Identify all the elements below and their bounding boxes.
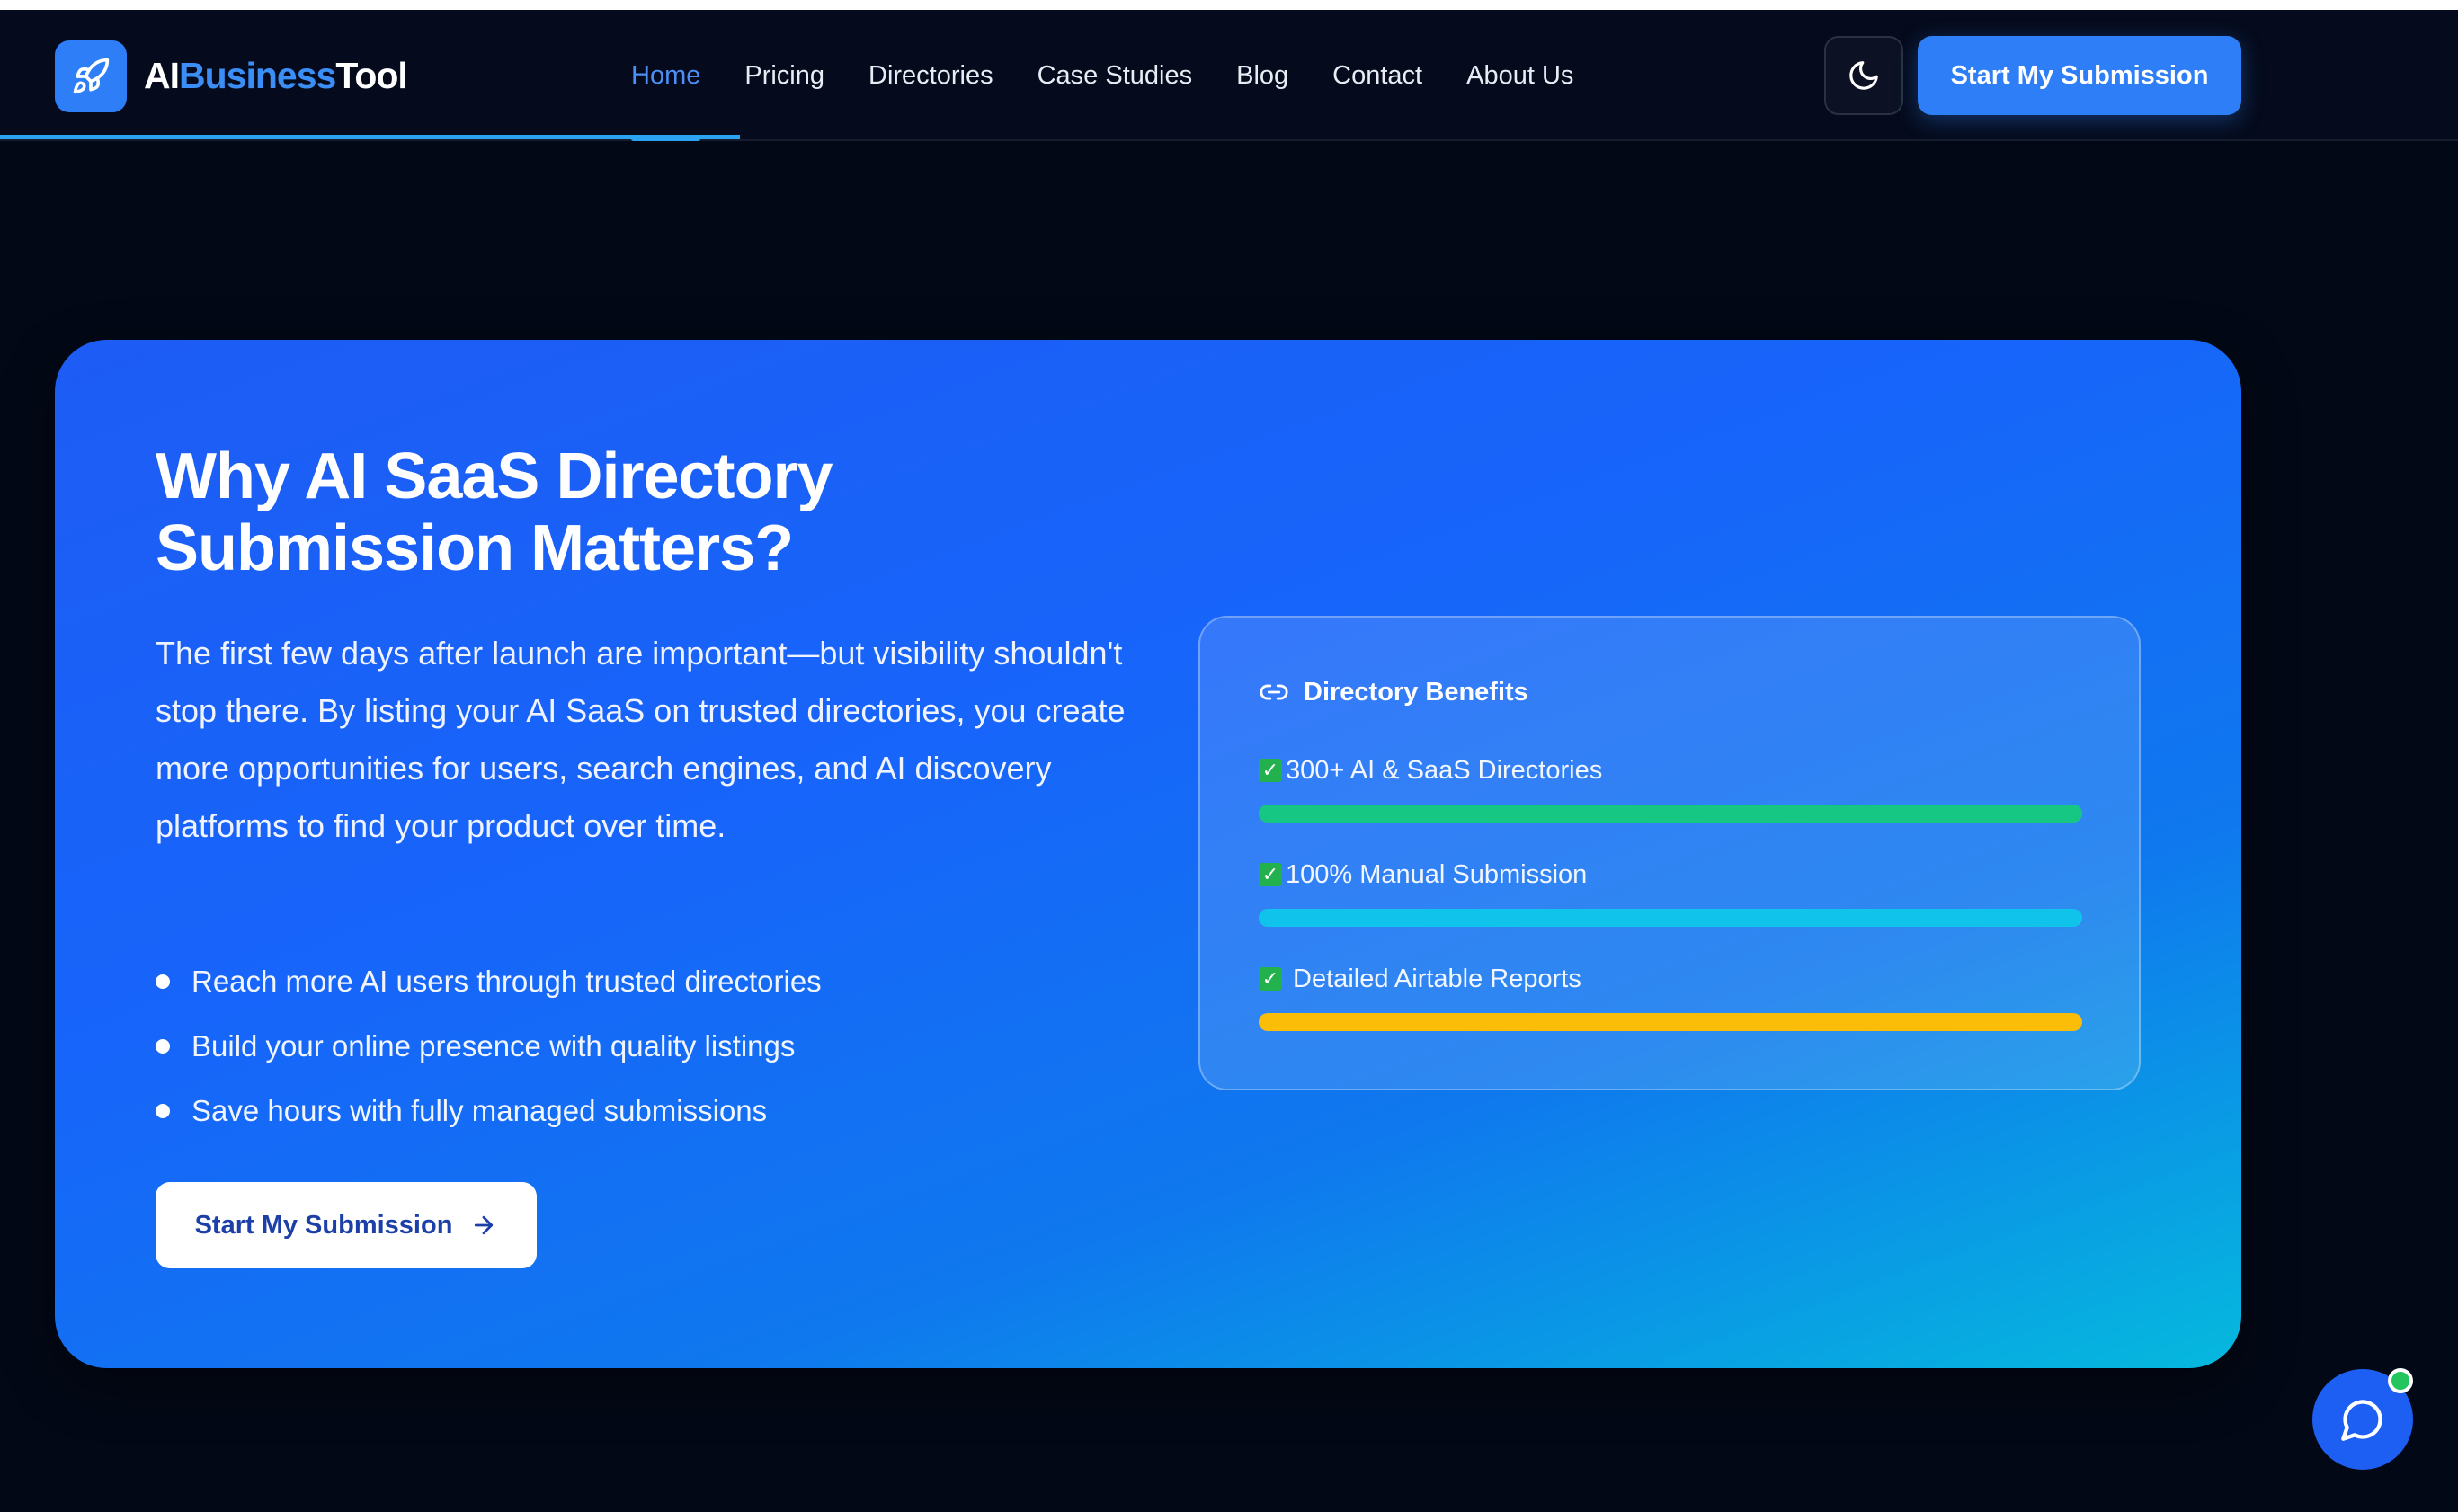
benefits-card-title-text: Directory Benefits: [1304, 677, 1528, 707]
bullet-text: Reach more AI users through trusted dire…: [191, 965, 822, 998]
benefit-item: ✓ 100% Manual Submission: [1259, 857, 2082, 927]
browser-top-strip: [0, 0, 2458, 10]
main-nav: Home Pricing Directories Case Studies Bl…: [631, 10, 1617, 141]
online-status-dot: [2388, 1368, 2413, 1393]
nav-link-blog[interactable]: Blog: [1236, 10, 1288, 141]
benefit-progress-track: [1259, 909, 2082, 927]
rocket-icon: [71, 57, 111, 96]
hero-section: Why AI SaaS Directory Submission Matters…: [55, 340, 2241, 1368]
hero-cta-label: Start My Submission: [194, 1210, 453, 1240]
arrow-right-icon: [470, 1212, 497, 1239]
benefit-item: ✓ Detailed Airtable Reports: [1259, 961, 2082, 1031]
benefit-label: Detailed Airtable Reports: [1286, 964, 1581, 993]
nav-link-about-us[interactable]: About Us: [1466, 10, 1573, 141]
benefit-progress-fill: [1259, 909, 2082, 927]
benefit-progress-fill: [1259, 805, 2082, 823]
benefit-progress-track: [1259, 805, 2082, 823]
nav-link-contact[interactable]: Contact: [1332, 10, 1422, 141]
list-item: Reach more AI users through trusted dire…: [156, 949, 822, 1014]
benefit-label: 300+ AI & SaaS Directories: [1286, 755, 1603, 785]
link-icon: [1259, 677, 1289, 707]
hero-start-submission-button[interactable]: Start My Submission: [156, 1182, 537, 1268]
bullet-text: Build your online presence with quality …: [191, 1029, 796, 1063]
bullet-dot-icon: [156, 1039, 170, 1054]
scroll-progress-bar: [0, 135, 740, 139]
benefit-progress-fill: [1259, 1013, 2082, 1031]
bullet-dot-icon: [156, 1104, 170, 1118]
hero-title-line1: Why AI SaaS Directory: [156, 440, 833, 512]
checkmark-icon: ✓: [1259, 863, 1282, 886]
bullet-dot-icon: [156, 974, 170, 989]
brand-name[interactable]: AIBusinessTool: [144, 55, 408, 97]
brand-name-part3: Tool: [335, 55, 407, 96]
benefits-card-title: Directory Benefits: [1259, 677, 1528, 707]
list-item: Build your online presence with quality …: [156, 1014, 822, 1079]
checkmark-icon: ✓: [1259, 759, 1282, 782]
nav-link-home[interactable]: Home: [631, 10, 701, 141]
benefit-label: 100% Manual Submission: [1286, 859, 1588, 889]
directory-benefits-card: Directory Benefits ✓ 300+ AI & SaaS Direc…: [1198, 616, 2141, 1090]
benefit-progress-track: [1259, 1013, 2082, 1031]
hero-title: Why AI SaaS Directory Submission Matters…: [156, 440, 1055, 584]
benefit-item: ✓ 300+ AI & SaaS Directories: [1259, 752, 2082, 823]
logo-badge[interactable]: [55, 40, 127, 112]
nav-start-submission-button[interactable]: Start My Submission: [1918, 36, 2241, 115]
brand-name-part1: AI: [144, 55, 180, 96]
list-item: Save hours with fully managed submission…: [156, 1079, 822, 1143]
chat-bubble-icon: [2339, 1396, 2386, 1443]
bullet-text: Save hours with fully managed submission…: [191, 1094, 768, 1127]
nav-link-case-studies[interactable]: Case Studies: [1038, 10, 1193, 141]
moon-icon: [1847, 58, 1881, 93]
hero-bullet-list: Reach more AI users through trusted dire…: [156, 949, 822, 1143]
brand-name-part2: Business: [179, 55, 336, 96]
hero-title-line2: Submission Matters?: [156, 512, 794, 584]
top-navbar: AIBusinessTool Home Pricing Directories …: [0, 10, 2458, 141]
theme-toggle-button[interactable]: [1824, 36, 1903, 115]
nav-link-directories[interactable]: Directories: [868, 10, 993, 141]
checkmark-icon: ✓: [1259, 967, 1282, 991]
nav-link-pricing[interactable]: Pricing: [744, 10, 824, 141]
hero-description: The first few days after launch are impo…: [156, 635, 1126, 844]
